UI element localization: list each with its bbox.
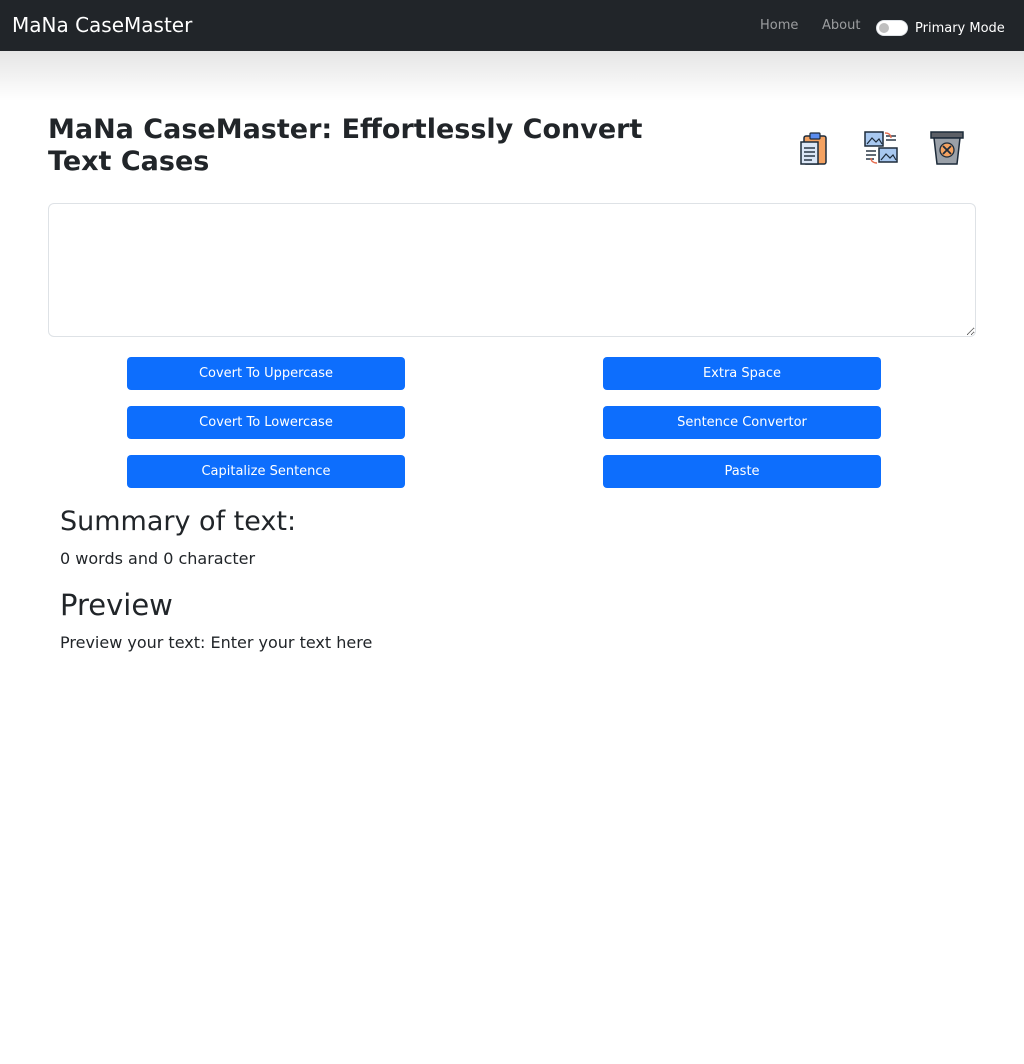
navbar: MaNa CaseMaster Home About Primary Mode (0, 0, 1024, 51)
nav-link-home[interactable]: Home (760, 18, 798, 33)
navbar-brand[interactable]: MaNa CaseMaster (12, 13, 192, 37)
lowercase-button[interactable]: Covert To Lowercase (127, 406, 405, 439)
nav-link-about[interactable]: About (822, 18, 860, 33)
preview-heading: Preview (60, 588, 173, 622)
clear-icon[interactable] (929, 130, 965, 166)
mode-label[interactable]: Primary Mode (915, 21, 1005, 36)
sentence-convertor-button[interactable]: Sentence Convertor (603, 406, 881, 439)
summary-heading: Summary of text: (60, 506, 297, 537)
preview-text: Preview your text: Enter your text here (60, 633, 373, 652)
extra-space-button[interactable]: Extra Space (603, 357, 881, 390)
mode-toggle[interactable] (876, 20, 908, 36)
copy-icon[interactable] (798, 130, 834, 166)
uppercase-button[interactable]: Covert To Uppercase (127, 357, 405, 390)
toggle-knob (879, 23, 889, 33)
text-input[interactable] (48, 203, 976, 337)
convert-icon[interactable] (863, 130, 899, 166)
capitalize-button[interactable]: Capitalize Sentence (127, 455, 405, 488)
navbar-shadow (0, 51, 1024, 101)
page-title: MaNa CaseMaster: Effortlessly Convert Te… (48, 114, 643, 177)
paste-button[interactable]: Paste (603, 455, 881, 488)
summary-text: 0 words and 0 character (60, 549, 256, 568)
